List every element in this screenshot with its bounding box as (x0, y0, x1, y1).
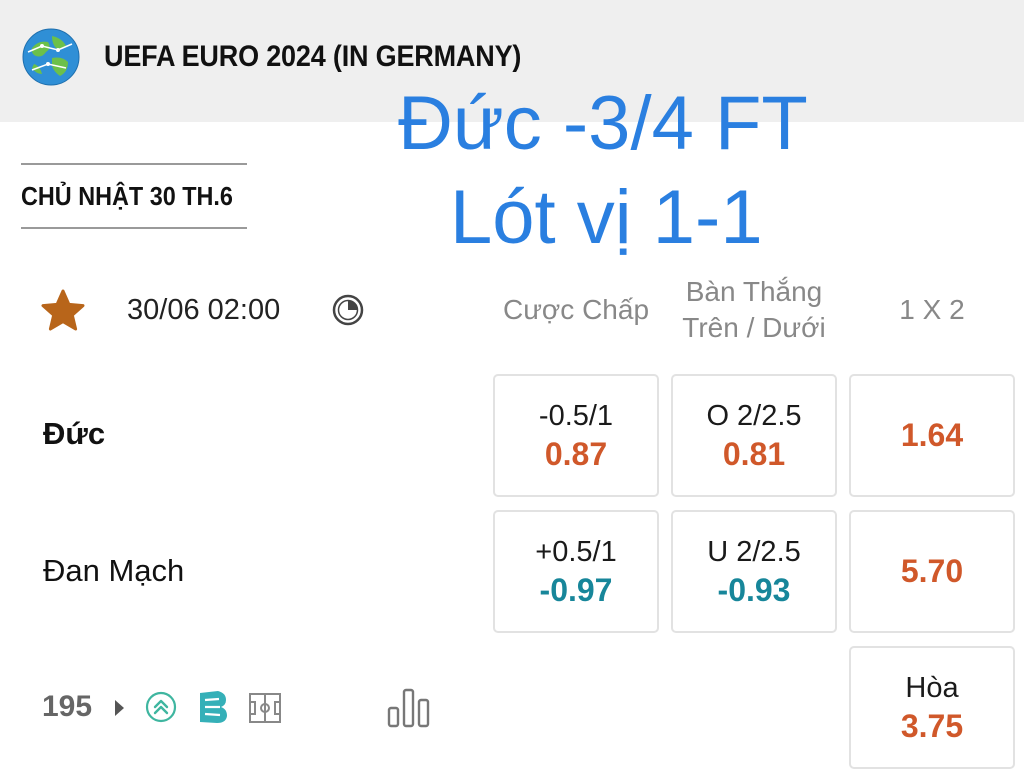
over-odds-button[interactable]: O 2/2.5 0.81 (671, 374, 837, 497)
under-price: -0.93 (717, 572, 791, 608)
draw-label: Hòa (905, 672, 959, 704)
column-header-over-under: Bàn Thắng Trên / Dưới (668, 274, 840, 346)
under-line: U 2/2.5 (707, 536, 801, 568)
star-icon[interactable] (40, 288, 86, 334)
home-win-odds-button[interactable]: 1.64 (849, 374, 1015, 497)
more-markets-count[interactable]: 195 (42, 690, 92, 724)
stats-bar-icon[interactable] (386, 686, 432, 728)
column-header-1x2: 1 X 2 (899, 294, 965, 325)
home-handicap-odds-button[interactable]: -0.5/1 0.87 (493, 374, 659, 497)
b-badge-icon[interactable] (196, 689, 230, 725)
date-label: CHỦ NHẬT 30 TH.6 (21, 181, 233, 211)
live-clock-icon (332, 294, 364, 326)
overlay-tip-line-1: Đức -3/4 FT (398, 81, 808, 166)
over-price: 0.81 (722, 436, 786, 472)
over-line: O 2/2.5 (706, 400, 802, 432)
away-handicap-price: -0.97 (539, 572, 613, 608)
globe-icon (22, 28, 80, 86)
league-title: UEFA EURO 2024 (IN GERMANY) (104, 40, 522, 73)
draw-odds-button[interactable]: Hòa 3.75 (849, 646, 1015, 769)
home-team-name: Đức (43, 416, 106, 451)
column-header-over-under-line1: Bàn Thắng (685, 276, 823, 307)
away-handicap-odds-button[interactable]: +0.5/1 -0.97 (493, 510, 659, 633)
date-section-header: CHỦ NHẬT 30 TH.6 (21, 163, 247, 229)
draw-price: 3.75 (900, 708, 964, 744)
away-win-price: 5.70 (900, 553, 964, 589)
double-chevron-up-icon[interactable] (145, 691, 177, 723)
away-win-odds-button[interactable]: 5.70 (849, 510, 1015, 633)
pitch-icon[interactable] (248, 692, 282, 724)
away-team-name: Đan Mạch (43, 553, 185, 588)
column-header-over-under-line2: Trên / Dưới (682, 312, 826, 343)
caret-right-icon[interactable] (113, 697, 125, 719)
under-odds-button[interactable]: U 2/2.5 -0.93 (671, 510, 837, 633)
home-win-price: 1.64 (900, 417, 964, 453)
home-handicap-line: -0.5/1 (538, 400, 614, 432)
match-time: 30/06 02:00 (127, 294, 281, 326)
away-handicap-line: +0.5/1 (535, 536, 617, 568)
column-header-handicap: Cược Chấp (502, 294, 650, 325)
home-handicap-price: 0.87 (544, 436, 608, 472)
overlay-tip-line-2: Lót vị 1-1 (450, 175, 763, 260)
